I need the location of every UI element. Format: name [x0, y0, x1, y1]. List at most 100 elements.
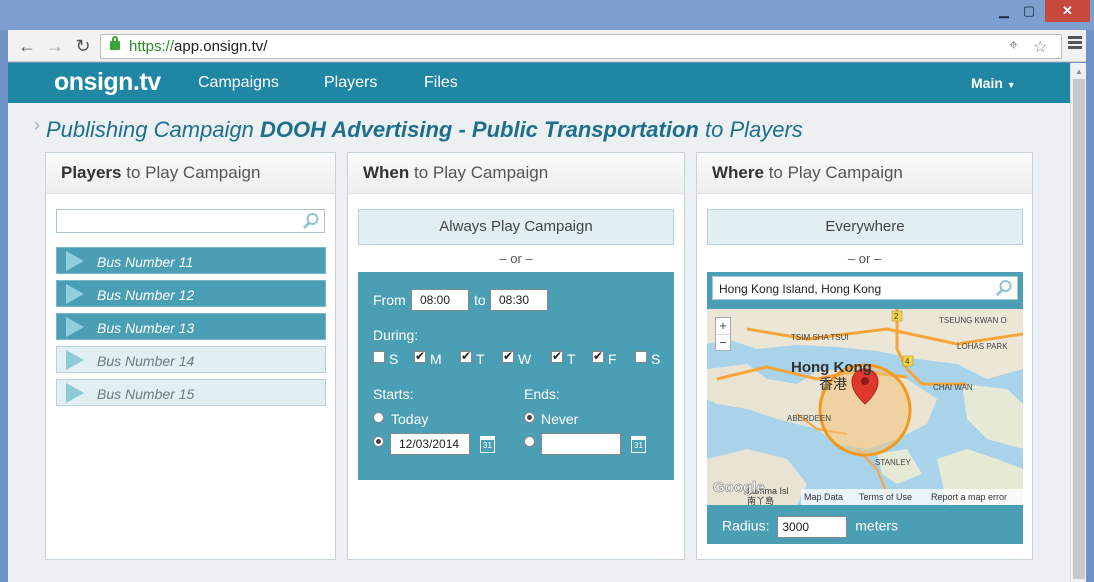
search-icon	[302, 213, 319, 230]
page-scrollbar[interactable]: ▲	[1070, 63, 1086, 582]
map-label-tseung-kwan-o: TSEUNG KWAN O	[939, 316, 1007, 325]
day-wednesday-checkbox[interactable]	[502, 349, 514, 363]
to-time-input[interactable]: 08:30	[490, 289, 548, 311]
where-panel: Where to Play Campaign Everywhere – or –…	[696, 152, 1033, 560]
map[interactable]: Hong Kong 香港 TSIM SHA TSUI TSEUNG KWAN O…	[707, 309, 1023, 505]
day-saturday-checkbox[interactable]	[635, 351, 647, 363]
ends-date-input[interactable]	[541, 433, 621, 455]
back-icon[interactable]: ←	[16, 35, 38, 57]
nav-campaigns[interactable]: Campaigns	[198, 74, 279, 92]
nav-players[interactable]: Players	[324, 74, 377, 92]
calendar-icon[interactable]: 31	[480, 436, 495, 453]
radius-row: Radius: 3000 meters	[722, 516, 898, 538]
star-icon[interactable]: ☆	[1033, 37, 1047, 57]
calendar-icon[interactable]: 31	[631, 436, 646, 453]
during-label: During:	[373, 327, 419, 343]
to-label: to	[474, 292, 486, 308]
search-icon[interactable]	[995, 279, 1013, 297]
player-search-input[interactable]	[56, 209, 325, 233]
ends-never-radio[interactable]	[524, 412, 535, 423]
when-panel: When to Play Campaign Always Play Campai…	[347, 152, 685, 560]
map-label-lamma-zh: 南丫島	[747, 495, 774, 505]
lock-icon	[110, 36, 120, 50]
location-box: Hong Kong Island, Hong Kong Hong Kong 香港…	[707, 272, 1023, 544]
player-item[interactable]: Bus Number 15	[56, 379, 326, 406]
radius-label: Radius:	[722, 517, 770, 534]
report-error-link: Report a map error	[931, 492, 1007, 502]
ends-label: Ends:	[524, 386, 560, 402]
minimize-icon[interactable]: ▁	[993, 0, 1015, 22]
window-titlebar: ▁ ▢ ✕	[0, 0, 1094, 30]
play-icon	[66, 251, 84, 271]
nav-files[interactable]: Files	[424, 74, 458, 92]
campaign-name: DOOH Advertising - Public Transportation	[260, 117, 699, 142]
starts-date-input[interactable]: 12/03/2014	[390, 433, 470, 455]
radius-input[interactable]: 3000	[777, 516, 848, 538]
zoom-in-button[interactable]: +	[716, 318, 730, 334]
day-thursday-checkbox[interactable]	[551, 349, 563, 363]
location-icon[interactable]: ⌖	[1009, 37, 1018, 55]
play-icon	[66, 350, 84, 370]
when-panel-title: When to Play Campaign	[348, 153, 684, 194]
url-text: https://app.onsign.tv/	[129, 38, 268, 55]
map-label-aberdeen: ABERDEEN	[787, 414, 831, 423]
maximize-icon[interactable]: ▢	[1017, 0, 1041, 22]
route-shield: 2	[894, 312, 899, 321]
day-label: S	[389, 351, 399, 367]
address-bar[interactable]: https://app.onsign.tv/ ⌖ ☆	[100, 34, 1062, 59]
scrollbar-thumb[interactable]	[1073, 79, 1085, 579]
forward-icon[interactable]: →	[44, 35, 66, 57]
account-menu[interactable]: Main ▼	[971, 75, 1016, 91]
zoom-control: + −	[715, 317, 731, 351]
page: onsign.tv Campaigns Players Files Main ▼…	[8, 63, 1070, 582]
scroll-up-icon[interactable]: ▲	[1075, 67, 1083, 76]
map-label-stanley: STANLEY	[875, 458, 912, 467]
browser-menu-icon[interactable]	[1068, 36, 1082, 51]
ends-never-label: Never	[541, 411, 579, 427]
play-icon	[66, 383, 84, 403]
radius-unit: meters	[855, 517, 899, 534]
day-label: W	[518, 351, 532, 367]
from-time-input[interactable]: 08:00	[411, 289, 469, 311]
day-sunday-checkbox[interactable]	[373, 351, 385, 363]
player-item[interactable]: Bus Number 12	[56, 280, 326, 307]
day-label: T	[476, 351, 485, 367]
onsign-logo[interactable]: onsign.tv	[54, 68, 161, 97]
starts-date-radio[interactable]	[373, 436, 384, 447]
reload-icon[interactable]: ↻	[72, 35, 94, 57]
day-monday-checkbox[interactable]	[414, 349, 426, 363]
player-item[interactable]: Bus Number 11	[56, 247, 326, 274]
everywhere-button[interactable]: Everywhere	[707, 209, 1023, 245]
schedule-box: From 08:00 to 08:30 During: S M T W T F …	[358, 272, 674, 480]
or-separator: – or –	[847, 251, 882, 266]
where-panel-title: Where to Play Campaign	[697, 153, 1032, 194]
always-play-button[interactable]: Always Play Campaign	[358, 209, 674, 245]
day-label: F	[608, 351, 617, 367]
map-canvas: Hong Kong 香港 TSIM SHA TSUI TSEUNG KWAN O…	[707, 309, 1023, 505]
map-label-hong-kong-zh: 香港	[819, 376, 847, 392]
or-separator: – or –	[499, 251, 533, 266]
day-label: T	[567, 351, 576, 367]
starts-label: Starts:	[373, 386, 414, 402]
google-logo: Google	[713, 479, 765, 496]
map-label-tsim-sha-tsui: TSIM SHA TSUI	[791, 333, 849, 342]
location-input[interactable]: Hong Kong Island, Hong Kong	[712, 276, 1018, 300]
close-icon[interactable]: ✕	[1045, 0, 1090, 22]
zoom-out-button[interactable]: −	[716, 334, 730, 351]
day-label: M	[430, 351, 442, 367]
day-tuesday-checkbox[interactable]	[460, 349, 472, 363]
route-shield: 4	[905, 357, 910, 366]
page-title: › Publishing Campaign DOOH Advertising -…	[34, 115, 803, 142]
day-friday-checkbox[interactable]	[592, 349, 604, 363]
starts-today-label: Today	[391, 411, 429, 427]
ends-date-radio[interactable]	[524, 436, 535, 447]
starts-today-radio[interactable]	[373, 412, 384, 423]
app-navbar: onsign.tv Campaigns Players Files Main ▼	[8, 63, 1070, 103]
map-label-lohas-park: LOHAS PARK	[957, 342, 1008, 351]
player-item[interactable]: Bus Number 14	[56, 346, 326, 373]
map-data-link: Map Data	[804, 492, 843, 502]
map-label-hong-kong: Hong Kong	[791, 359, 872, 376]
player-item[interactable]: Bus Number 13	[56, 313, 326, 340]
play-icon	[66, 284, 84, 304]
from-label: From	[373, 292, 406, 308]
